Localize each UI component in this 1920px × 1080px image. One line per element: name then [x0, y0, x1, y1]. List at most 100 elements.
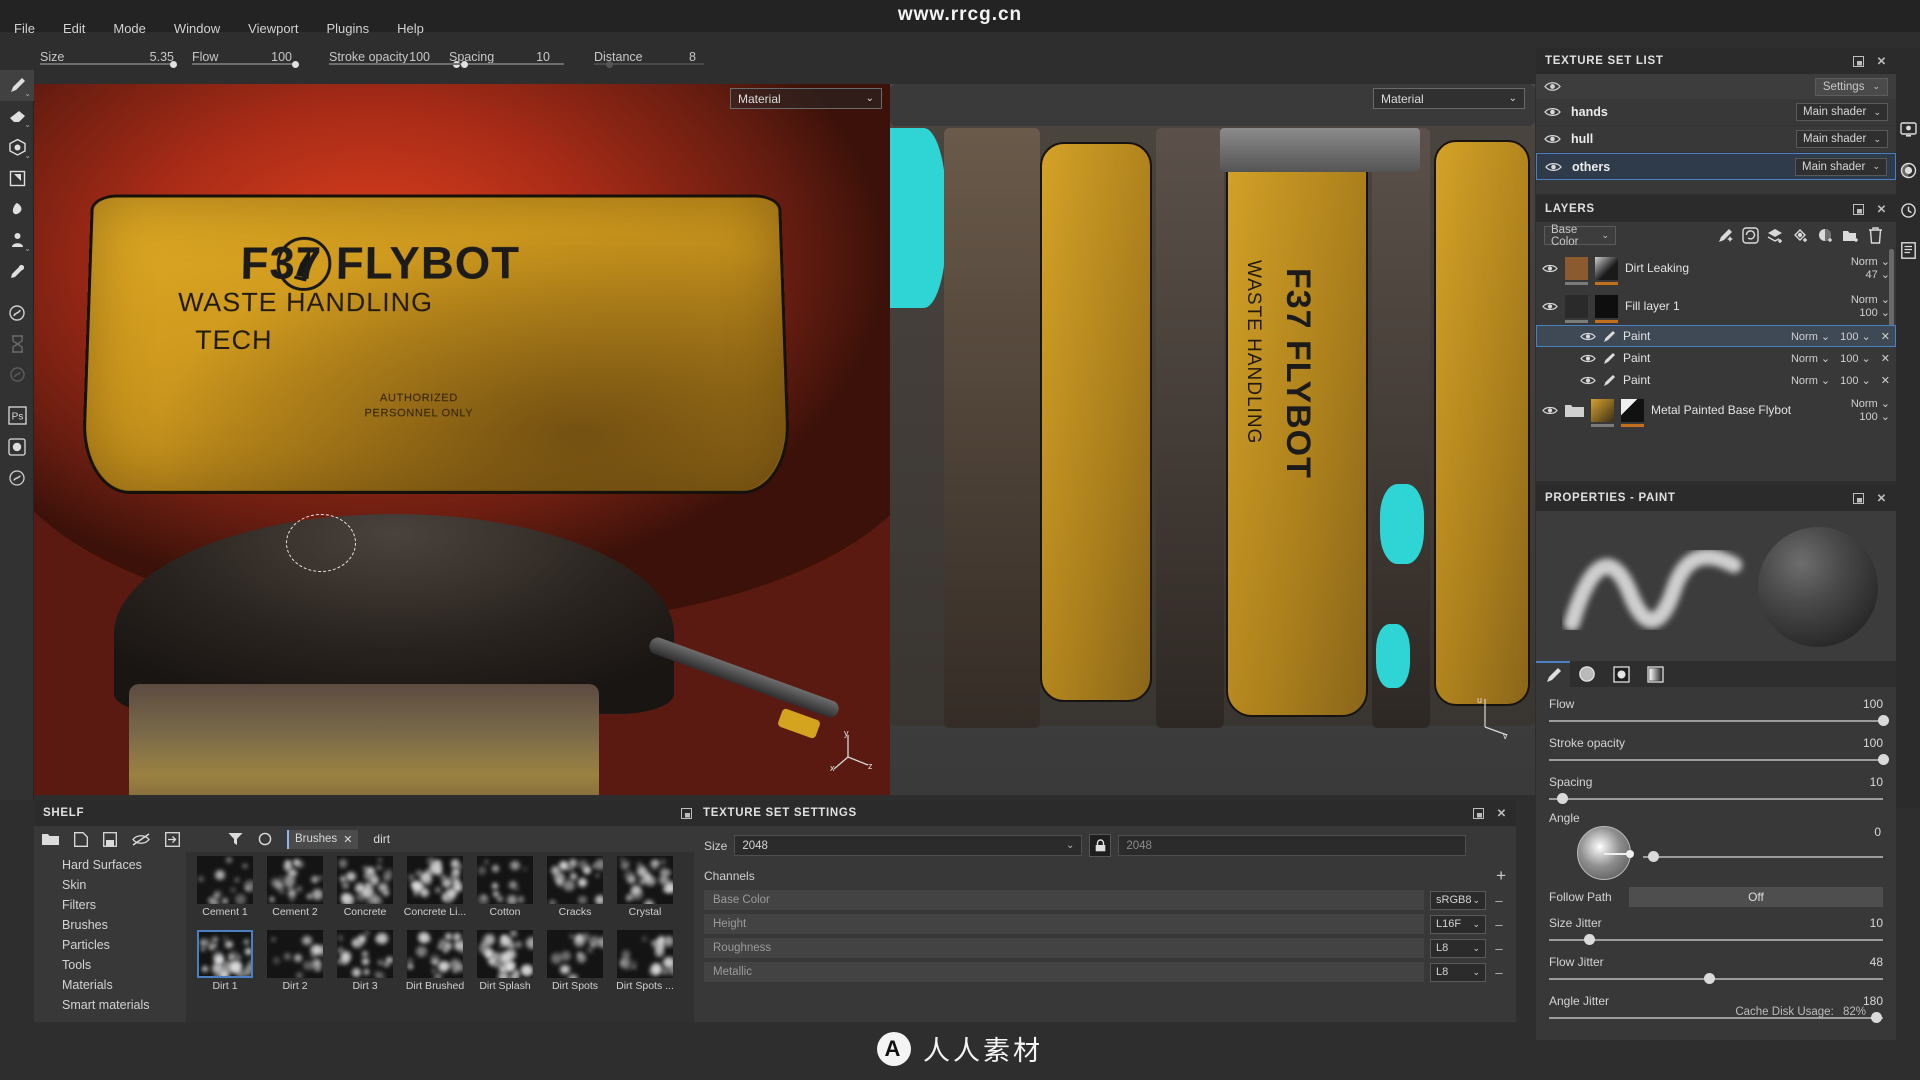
stroke-opacity-slider[interactable] — [329, 60, 460, 68]
viewport-left-material-dropdown[interactable]: Material ⌄ — [730, 88, 882, 109]
layer-visibility-icon[interactable] — [1580, 331, 1596, 342]
layer-blend-mode[interactable]: Norm ⌄ — [1851, 255, 1890, 268]
shelf-float-icon[interactable] — [680, 807, 692, 819]
layer-mask-thumbnail[interactable] — [1621, 398, 1644, 427]
clone-tool-icon[interactable]: ⌄ — [0, 225, 34, 256]
shelf-category-tools[interactable]: Tools — [34, 955, 186, 975]
projection-tool-icon[interactable]: ⌄ — [0, 132, 34, 163]
layer-visibility-icon[interactable] — [1542, 301, 1558, 312]
slider-value[interactable]: 100 — [1863, 697, 1883, 711]
slider-value[interactable]: 10 — [1870, 916, 1883, 930]
shelf-search-input[interactable]: dirt — [373, 832, 691, 846]
tss-close-icon[interactable]: ✕ — [1497, 806, 1507, 820]
save-icon[interactable] — [103, 831, 117, 847]
channel-name[interactable]: Height — [704, 914, 1424, 934]
shelf-category-materials[interactable]: Materials — [34, 975, 186, 995]
shelf-category-hard-surfaces[interactable]: Hard Surfaces — [34, 855, 186, 875]
viewport-right-material-dropdown[interactable]: Material ⌄ — [1373, 88, 1525, 109]
shelf-brush-item[interactable]: Dirt Spots ... — [611, 930, 679, 1004]
shelf-brush-item[interactable]: Dirt Brushed — [401, 930, 469, 1004]
channel-format-dropdown[interactable]: sRGB8 ⌄ — [1430, 890, 1486, 910]
shelf-category-particles[interactable]: Particles — [34, 935, 186, 955]
tsl-close-icon[interactable]: ✕ — [1877, 54, 1887, 68]
visibility-icon[interactable] — [1545, 161, 1562, 173]
size-slider[interactable] — [40, 60, 177, 68]
slider-track[interactable] — [1549, 793, 1883, 805]
tab-grid[interactable] — [1570, 661, 1604, 687]
texture-set-shader-dropdown[interactable]: Main shader ⌄ — [1796, 130, 1888, 148]
layer-mask-thumbnail[interactable] — [1595, 294, 1618, 323]
refresh-icon[interactable] — [258, 832, 272, 846]
import-icon[interactable] — [165, 831, 180, 847]
layer-visibility-icon[interactable] — [1580, 375, 1596, 386]
slider-track[interactable] — [1549, 934, 1883, 946]
display-settings-icon[interactable] — [1896, 110, 1920, 150]
texture-set-row[interactable]: hands Main shader ⌄ — [1536, 99, 1896, 126]
channel-format-dropdown[interactable]: L16F ⌄ — [1430, 914, 1486, 934]
layer-opacity[interactable]: 100 ⌄ — [1840, 374, 1871, 387]
viewport-3d[interactable]: F37 FLYBOT WASTE HANDLING TECH AUTHORIZE… — [34, 84, 890, 795]
layer-row[interactable]: Paint Norm ⌄ 100 ⌄ ✕ — [1536, 347, 1896, 369]
remove-channel-icon[interactable]: – — [1492, 965, 1506, 980]
layer-blend-mode[interactable]: Norm ⌄ — [1791, 330, 1830, 343]
layer-remove-icon[interactable]: ✕ — [1881, 330, 1890, 343]
polygon-fill-tool-icon[interactable] — [0, 163, 34, 194]
layer-blend-mode[interactable]: Norm ⌄ — [1851, 293, 1890, 306]
folder-icon[interactable] — [42, 832, 59, 846]
layer-mask-thumbnail[interactable] — [1595, 256, 1618, 285]
shelf-brush-item[interactable]: Concrete — [331, 856, 399, 930]
remove-channel-icon[interactable]: – — [1492, 941, 1506, 956]
tsl-settings-dropdown[interactable]: Settings ⌄ — [1814, 77, 1888, 96]
layer-opacity[interactable]: 100 ⌄ — [1851, 306, 1890, 319]
layer-row[interactable]: Paint Norm ⌄ 100 ⌄ ✕ — [1536, 369, 1896, 391]
layer-row[interactable]: Paint Norm ⌄ 100 ⌄ ✕ — [1536, 325, 1896, 347]
angle-value[interactable]: 0 — [1874, 825, 1881, 839]
layer-opacity[interactable]: 47 ⌄ — [1851, 268, 1890, 281]
shelf-brush-item[interactable]: Cracks — [541, 856, 609, 930]
slider-track[interactable] — [1549, 715, 1889, 727]
layer-list[interactable]: Dirt Leaking Norm ⌄ 47 ⌄ Fill layer 1 Norm ⌄… — [1536, 249, 1896, 474]
properties-close-icon[interactable]: ✕ — [1877, 491, 1887, 505]
channel-format-dropdown[interactable]: L8 ⌄ — [1430, 962, 1486, 982]
layer-blend-mode[interactable]: Norm ⌄ — [1791, 374, 1830, 387]
new-icon[interactable] — [74, 831, 88, 847]
viewport-2d[interactable]: F37 FLYBOT WASTE HANDLING Material ⌄ uv — [890, 84, 1535, 795]
visibility-icon[interactable] — [1544, 133, 1561, 145]
layers-float-icon[interactable] — [1852, 203, 1864, 215]
angle-dial[interactable] — [1577, 826, 1634, 880]
channel-name[interactable]: Metallic — [704, 962, 1424, 982]
layer-opacity[interactable]: 100 ⌄ — [1851, 410, 1890, 423]
tab-alpha[interactable] — [1604, 661, 1638, 687]
layers-close-icon[interactable]: ✕ — [1877, 202, 1887, 216]
shelf-brush-item[interactable]: Dirt 3 — [331, 930, 399, 1004]
slider-track[interactable] — [1549, 973, 1883, 985]
shelf-brush-item[interactable]: Cement 1 — [191, 856, 259, 930]
layer-opacity[interactable]: 100 ⌄ — [1840, 352, 1871, 365]
layer-row[interactable]: Dirt Leaking Norm ⌄ 47 ⌄ — [1536, 249, 1896, 287]
layer-thumbnail[interactable] — [1565, 256, 1588, 285]
visibility-icon[interactable] — [1544, 106, 1561, 118]
layer-blend-mode[interactable]: Norm ⌄ — [1851, 397, 1890, 410]
slider-track[interactable] — [1549, 754, 1889, 766]
hide-icon[interactable] — [132, 832, 150, 846]
remove-channel-icon[interactable]: – — [1492, 893, 1506, 908]
layer-thumbnail[interactable] — [1591, 398, 1614, 427]
substance-icon[interactable] — [0, 462, 34, 493]
history-icon[interactable] — [1896, 190, 1920, 230]
shelf-tag-remove-icon[interactable]: ✕ — [343, 833, 352, 846]
log-icon[interactable] — [1896, 230, 1920, 270]
remove-channel-icon[interactable]: – — [1492, 917, 1506, 932]
shelf-brush-item[interactable]: Dirt 1 — [191, 930, 259, 1004]
add-layer-icon[interactable] — [1763, 228, 1788, 244]
eraser-tool-icon[interactable]: ⌄ — [0, 101, 34, 132]
shelf-brush-item[interactable]: Cotton — [471, 856, 539, 930]
layer-opacity[interactable]: 100 ⌄ — [1840, 330, 1871, 343]
shelf-category-skin[interactable]: Skin — [34, 875, 186, 895]
layers-channel-dropdown[interactable]: Base Color ⌄ — [1544, 224, 1616, 248]
add-effect-icon[interactable] — [1738, 227, 1763, 244]
layer-visibility-icon[interactable] — [1542, 263, 1558, 274]
shelf-brush-item[interactable]: Dirt 2 — [261, 930, 329, 1004]
tab-brush[interactable] — [1536, 661, 1570, 687]
tss-float-icon[interactable] — [1472, 807, 1484, 819]
layer-remove-icon[interactable]: ✕ — [1881, 352, 1890, 365]
